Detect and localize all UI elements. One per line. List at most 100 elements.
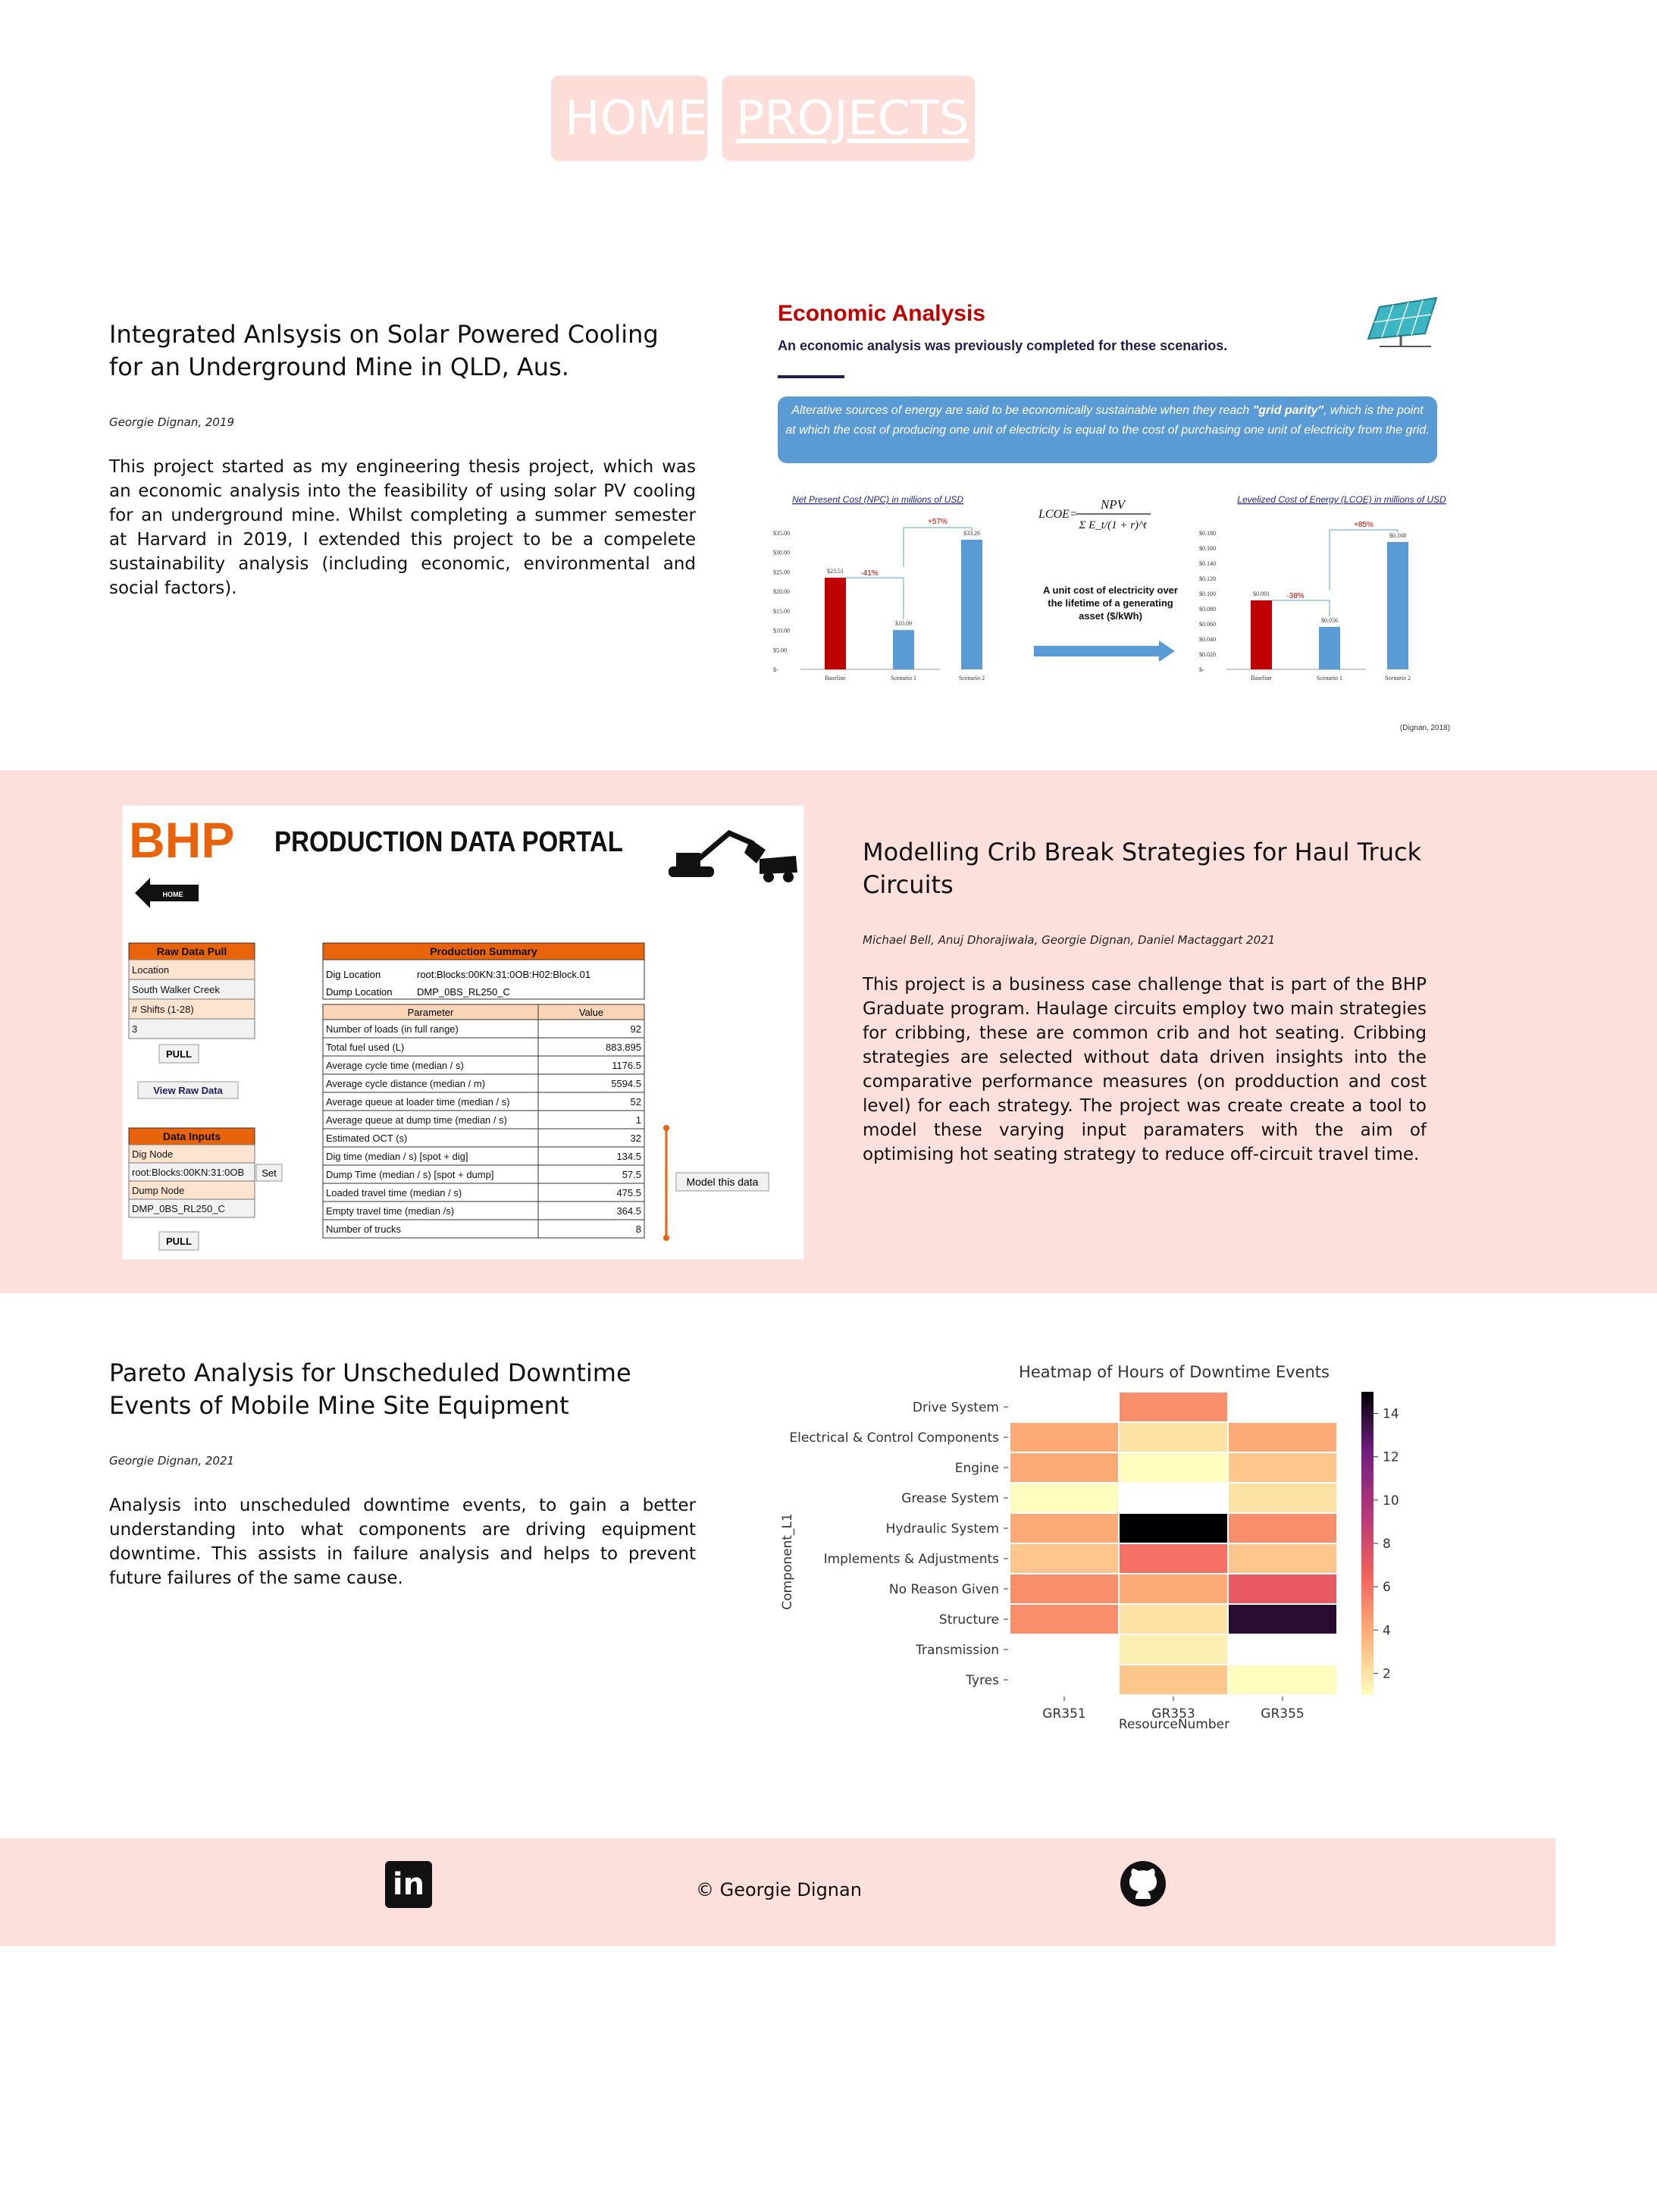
econ-tick-label: $- <box>1199 666 1204 673</box>
view-raw-data-label: View Raw Data <box>153 1085 223 1096</box>
summary-value: 8 <box>636 1223 641 1235</box>
project-crib: Modelling Crib Break Strategies for Haul… <box>863 836 1427 1167</box>
downtime-heatmap: Heatmap of Hours of Downtime Events Reso… <box>773 1357 1425 1744</box>
econ-delta-connector <box>846 577 904 620</box>
econ-category-label: Scenario 2 <box>959 675 985 681</box>
heatmap-row-label: Electrical & Control Components <box>789 1430 999 1446</box>
summary-value-cell <box>537 1110 645 1129</box>
heatmap-cell <box>1227 1482 1338 1514</box>
bhp-portal-svg: BHP PRODUCTION DATA PORTAL HOME Raw Data… <box>128 812 797 1251</box>
summary-value: 134.5 <box>616 1151 641 1162</box>
project-title: Modelling Crib Break Strategies for Haul… <box>863 838 1422 899</box>
heatmap-row-label: No Reason Given <box>889 1582 999 1597</box>
linkedin-icon[interactable]: in <box>385 1861 432 1908</box>
econ-tick-label: $0.060 <box>1199 621 1216 628</box>
github-icon[interactable] <box>1119 1860 1167 1908</box>
formula-numerator: NPV <box>1100 497 1127 512</box>
summary-value: 883.895 <box>606 1042 641 1053</box>
heatmap-cell <box>1227 1421 1338 1453</box>
model-bracket-bottom <box>663 1235 669 1241</box>
heatmap-cell <box>1118 1634 1229 1665</box>
heatmap-column-label: GR355 <box>1261 1706 1304 1722</box>
solar-panel-icon <box>1367 296 1438 347</box>
summary-value-cell <box>537 1019 645 1039</box>
econ-heading: Economic Analysis <box>778 301 985 326</box>
econ-tick-label: $20.00 <box>773 588 790 595</box>
heatmap-cell <box>1227 1512 1338 1544</box>
summary-value: 52 <box>631 1096 641 1108</box>
raw-data-value: South Walker Creek <box>132 984 220 995</box>
project-pareto: Pareto Analysis for Unscheduled Downtime… <box>109 1357 696 1590</box>
footer: in © Georgie Dignan <box>0 1838 1555 1946</box>
raw-data-header: Raw Data Pull <box>157 945 227 957</box>
data-input-value: Dump Node <box>132 1185 184 1196</box>
value-col-header: Value <box>579 1007 603 1018</box>
data-input-value: DMP_0BS_RL250_C <box>132 1203 225 1214</box>
bhp-logo: BHP <box>129 812 234 868</box>
summary-param: Empty travel time (median /s) <box>326 1205 454 1217</box>
raw-data-value: # Shifts (1-28) <box>132 1004 194 1015</box>
heatmap-cell <box>1118 1543 1229 1574</box>
summary-value: 57.5 <box>622 1169 641 1180</box>
heatmap-row-label: Implements & Adjustments <box>824 1552 1000 1567</box>
heatmap-row-label: Grease System <box>901 1491 999 1506</box>
project-title: Pareto Analysis for Unscheduled Downtime… <box>109 1358 631 1420</box>
dump-location-value: DMP_0BS_RL250_C <box>417 986 510 998</box>
summary-param: Average cycle distance (median / m) <box>326 1078 485 1089</box>
summary-param: Number of trucks <box>326 1223 401 1235</box>
heatmap-cells <box>1009 1391 1338 1696</box>
raw-data-cell <box>128 1018 255 1039</box>
econ-delta-connector <box>1272 600 1330 616</box>
econ-delta-label: +57% <box>928 518 948 526</box>
excavator-icon <box>669 829 766 877</box>
callout-text-pre: Alterative sources of energy are said to… <box>791 404 1253 417</box>
colorbar-tick-label: 2 <box>1383 1666 1391 1681</box>
econ-bar <box>893 630 914 669</box>
econ-delta-label: -38% <box>1286 592 1304 600</box>
dig-location-value: root:Blocks:00KN:31:0OB:H02:Block.01 <box>417 969 590 980</box>
colorbar-tick-label: 8 <box>1383 1537 1391 1552</box>
econ-tick-label: $0.040 <box>1199 636 1216 643</box>
raw-data-value: Location <box>132 964 169 976</box>
econ-tick-label: $0.180 <box>1199 530 1216 537</box>
pull-button-1-label: PULL <box>166 1048 192 1060</box>
summary-value: 32 <box>631 1133 641 1144</box>
project-description: Analysis into unscheduled downtime event… <box>109 1496 696 1588</box>
project-description: This project is a business case challeng… <box>863 975 1427 1164</box>
summary-value-cell <box>537 1128 645 1148</box>
summary-param: Loaded travel time (median / s) <box>326 1187 462 1198</box>
project-author: Georgie Dignan, 2019 <box>109 415 235 429</box>
dig-location-label: Dig Location <box>326 969 381 980</box>
home-back-button[interactable]: HOME <box>135 878 199 908</box>
heatmap-row-label: Tyres <box>965 1673 999 1688</box>
summary-rows: Number of loads (in full range) 92 Total f… <box>322 1019 645 1239</box>
econ-delta-label: +85% <box>1354 521 1374 529</box>
summary-param: Average queue at dump time (median / s) <box>326 1114 507 1126</box>
heatmap-column-labels: GR351 GR353 GR355 <box>1042 1697 1305 1722</box>
nav-projects-button[interactable]: PROJECTS <box>722 76 975 161</box>
heatmap-row-label: Structure <box>939 1612 999 1628</box>
economic-analysis-svg: Economic Analysis An economic analysis w… <box>773 296 1450 732</box>
econ-tick-label: $0.080 <box>1199 606 1216 613</box>
lcoe-chart-title: Levelized Cost of Energy (LCOE) in milli… <box>1237 494 1446 505</box>
econ-tick-label: $0.100 <box>1199 591 1216 597</box>
param-col-header: Parameter <box>408 1007 454 1018</box>
nav-home-button[interactable]: HOME <box>551 76 707 161</box>
summary-param: Dig time (median / s) [spot + dig] <box>326 1151 468 1162</box>
summary-param: Number of loads (in full range) <box>326 1023 459 1035</box>
summary-value-cell <box>537 1219 645 1239</box>
econ-bar <box>1387 542 1408 669</box>
econ-bar <box>1319 627 1340 669</box>
econ-tick-label: $0.120 <box>1199 575 1216 582</box>
npc-chart-title: Net Present Cost (NPC) in millions of US… <box>792 494 963 505</box>
summary-value: 364.5 <box>616 1205 641 1217</box>
project-author: Michael Bell, Anuj Dhorajiwala, Georgie … <box>863 933 1276 947</box>
bhp-portal-screenshot: BHP PRODUCTION DATA PORTAL HOME Raw Data… <box>122 805 804 1260</box>
heatmap-column-label: GR351 <box>1042 1706 1085 1722</box>
econ-bar-label: $0.168 <box>1389 532 1406 539</box>
heatmap-row-label: Drive System <box>913 1400 999 1415</box>
project-description: This project started as my engineering t… <box>109 457 696 598</box>
summary-value: 1 <box>636 1114 641 1126</box>
colorbar-tick-label: 6 <box>1383 1580 1391 1595</box>
econ-tick-label: $10.00 <box>773 628 790 634</box>
